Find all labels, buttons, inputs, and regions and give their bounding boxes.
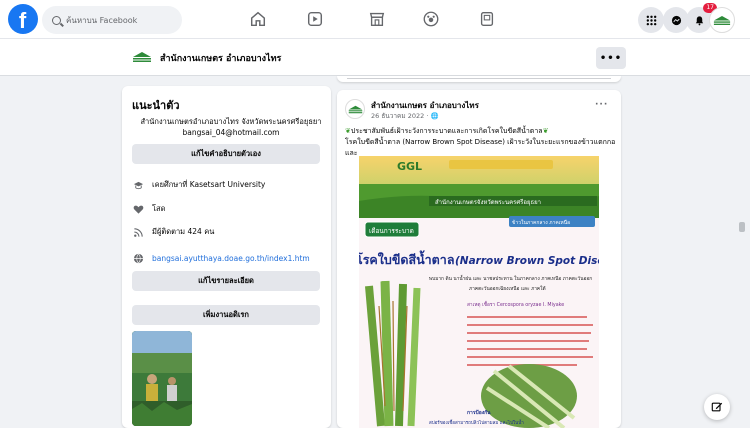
bio-line-1: สำนักงานเกษตรอำเภอบางไทร จังหวัดพระนครศร… (140, 117, 322, 126)
messenger-icon (671, 15, 681, 25)
intro-card: แนะนำตัว สำนักงานเกษตรอำเภอบางไทร จังหวั… (122, 86, 331, 428)
bio-email: bangsai_04@hotmail.com (182, 128, 280, 137)
office-logo-icon (713, 15, 731, 25)
account-avatar[interactable] (709, 7, 735, 33)
rss-icon (132, 226, 144, 238)
globe-icon (132, 252, 144, 264)
featured-photo[interactable] (132, 331, 192, 426)
intro-bio: สำนักงานเกษตรอำเภอบางไทร จังหวัดพระนครศร… (136, 116, 326, 138)
top-navigation-bar: f ค้นหาบน Facebook 17 (0, 0, 750, 39)
image-bottom-text: สปอร์ของเชื้อสามารถปลิวไปตามลม และไปในน้… (429, 419, 524, 426)
leaf-icon: ❦ (542, 127, 549, 135)
followers-row: มีผู้ติดตาม 424 คน (132, 226, 214, 238)
image-tag-left: เตือนการระบาด (369, 227, 414, 235)
edit-details-button[interactable]: แก้ไขรายละเอียด (132, 271, 320, 291)
rice-leaf-closeup-illustration (481, 364, 577, 428)
scrollbar-thumb[interactable] (739, 222, 745, 232)
heart-icon (132, 203, 144, 215)
gaming-icon[interactable] (476, 8, 498, 30)
watch-icon[interactable] (304, 8, 326, 30)
relationship-row: โสด (132, 203, 165, 215)
education-row: เคยศึกษาที่ Kasetsart University (132, 179, 265, 191)
marketplace-icon[interactable] (366, 8, 388, 30)
edit-bio-button[interactable]: แก้ไขคำอธิบายตัวเอง (132, 144, 320, 164)
search-input[interactable]: ค้นหาบน Facebook (42, 6, 182, 34)
image-title-en: (Narrow Brown Spot Disease) (455, 255, 599, 267)
groups-icon[interactable] (420, 8, 442, 30)
graduation-cap-icon (132, 179, 144, 191)
page-name: สำนักงานเกษตร อำเภอบางไทร (160, 54, 282, 64)
public-globe-icon: 🌐 (430, 112, 439, 120)
svg-text:GGL: GGL (397, 160, 422, 173)
compose-icon (711, 402, 723, 412)
post-date-text: 26 ธันวาคม 2022 · (371, 112, 431, 120)
image-bottom-label: การป้องกัน (467, 409, 491, 416)
previous-post-bottom (337, 76, 621, 82)
bell-icon (695, 15, 703, 25)
education-text: เคยศึกษาที่ Kasetsart University (152, 180, 266, 189)
facebook-logo[interactable]: f (8, 4, 38, 34)
page-more-button[interactable]: ••• (596, 47, 626, 69)
followers-text: มีผู้ติดตาม 424 คน (152, 227, 215, 236)
image-header-text: สำนักงานเกษตรจังหวัดพระนครศรีอยุธยา (435, 198, 541, 206)
image-tag-right: ข้าวในภาคกลาง ภาคเหนือ (512, 219, 570, 226)
office-logo-icon (348, 105, 362, 113)
image-subtitle-2: ภาคตะวันออกเฉียงเหนือ และ ภาคใต้ (469, 285, 546, 292)
post-text-line-1: ❦ประชาสัมพันธ์เฝ้าระวังการระบาดและการเกิ… (345, 126, 617, 137)
post-author-avatar[interactable] (345, 99, 365, 119)
intro-title: แนะนำตัว (132, 99, 180, 112)
post-image[interactable]: GGL สำนักงานเกษตรจังหวัดพระนครศรีอยุธยา … (359, 156, 599, 428)
grid-icon (646, 15, 656, 25)
menu-grid-button[interactable] (638, 7, 664, 33)
page-logo-icon (133, 52, 151, 62)
image-title-th: โรคใบขีดสีน้ำตาล (359, 250, 454, 267)
page-header-bar: สำนักงานเกษตร อำเภอบางไทร ••• (0, 39, 750, 76)
post-text-line-1-content: ประชาสัมพันธ์เฝ้าระวังการระบาดและการเกิด… (350, 127, 543, 135)
relationship-text: โสด (152, 204, 166, 213)
search-icon (52, 15, 61, 25)
post-date[interactable]: 26 ธันวาคม 2022 · 🌐 (371, 111, 439, 121)
add-hobbies-button[interactable]: เพิ่มงานอดิเรก (132, 305, 320, 325)
website-row: bangsai.ayutthaya.doae.go.th/index1.htm (132, 252, 310, 264)
post-text: ❦ประชาสัมพันธ์เฝ้าระวังการระบาดและการเกิ… (345, 126, 617, 159)
home-icon[interactable] (247, 8, 269, 30)
facebook-logo-letter: f (18, 8, 27, 33)
post-options-button[interactable]: ··· (595, 100, 608, 110)
post-card: สำนักงานเกษตร อำเภอบางไทร 26 ธันวาคม 202… (337, 90, 621, 428)
new-message-button[interactable] (704, 394, 730, 420)
website-link[interactable]: bangsai.ayutthaya.doae.go.th/index1.htm (152, 254, 310, 263)
search-placeholder: ค้นหาบน Facebook (66, 15, 138, 25)
